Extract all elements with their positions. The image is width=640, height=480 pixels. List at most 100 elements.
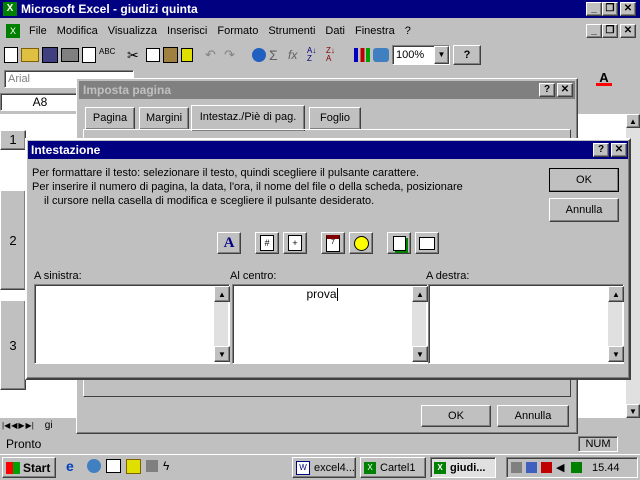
cut-icon[interactable]: ✂ xyxy=(127,47,143,63)
start-button[interactable]: Start xyxy=(2,457,56,478)
date-button[interactable]: 7 xyxy=(321,232,345,254)
menu-file[interactable]: File xyxy=(24,22,52,40)
close-button[interactable]: ✕ xyxy=(620,2,636,16)
copy-icon[interactable] xyxy=(146,48,160,62)
page-setup-ok-button[interactable]: OK xyxy=(421,405,491,427)
sheet-scroll-up-icon[interactable]: ▲ xyxy=(626,114,640,128)
menu-modifica[interactable]: Modifica xyxy=(52,22,103,40)
next-sheet-icon[interactable]: ▶ xyxy=(18,421,24,430)
center-scrollbar[interactable]: ▲ ▼ xyxy=(412,286,428,362)
menu-formato[interactable]: Formato xyxy=(212,22,263,40)
excel-active-task-icon: X xyxy=(434,461,446,474)
map-icon[interactable] xyxy=(373,48,389,62)
sort-ascending-icon[interactable]: A↓ Z xyxy=(307,47,323,63)
tab-foglio[interactable]: Foglio xyxy=(309,107,361,129)
left-scrollbar[interactable]: ▲ ▼ xyxy=(214,286,230,362)
page-setup-help-button[interactable]: ? xyxy=(539,83,555,97)
hyperlink-icon[interactable] xyxy=(252,48,266,62)
internet-explorer-icon[interactable]: e xyxy=(66,458,82,474)
right-scroll-down-icon[interactable]: ▼ xyxy=(608,346,624,362)
clock-time: 15.44 xyxy=(592,461,620,474)
tab-margini[interactable]: Margini xyxy=(139,107,189,129)
page-setup-cancel-button[interactable]: Annulla xyxy=(497,405,569,427)
tray-monitor-icon[interactable] xyxy=(541,462,552,473)
font-button[interactable]: A xyxy=(217,232,241,254)
sort-descending-icon[interactable]: Z↓ A xyxy=(326,47,342,63)
outlook-icon[interactable] xyxy=(87,459,101,473)
left-section-input[interactable]: ▲ ▼ xyxy=(34,284,230,364)
chart-wizard-icon[interactable] xyxy=(354,48,370,62)
center-scroll-down-icon[interactable]: ▼ xyxy=(412,346,428,362)
restore-button[interactable]: ❐ xyxy=(602,2,618,16)
right-scrollbar[interactable]: ▲ ▼ xyxy=(608,286,624,362)
row-header-2[interactable]: 2 xyxy=(0,190,26,290)
format-painter-icon[interactable] xyxy=(181,48,193,62)
open-icon[interactable] xyxy=(21,48,39,62)
left-scroll-up-icon[interactable]: ▲ xyxy=(214,286,230,302)
spelling-icon[interactable]: ABC xyxy=(99,47,115,63)
menu-inserisci[interactable]: Inserisci xyxy=(162,22,212,40)
task-excel4[interactable]: W excel4... xyxy=(292,457,356,478)
last-sheet-icon[interactable]: ▶| xyxy=(26,421,34,430)
center-scroll-up-icon[interactable]: ▲ xyxy=(412,286,428,302)
volume-icon[interactable]: ◀ xyxy=(556,460,567,476)
right-scroll-up-icon[interactable]: ▲ xyxy=(608,286,624,302)
row-header-1[interactable]: 1 xyxy=(0,130,26,150)
tray-scheduler-icon[interactable] xyxy=(511,462,522,473)
row-header-3[interactable]: 3 xyxy=(0,300,26,390)
app-launch-icon[interactable] xyxy=(146,460,158,472)
minimize-button[interactable]: _ xyxy=(586,2,602,16)
windows-logo-icon xyxy=(6,461,20,474)
doc-minimize-button[interactable]: _ xyxy=(586,24,602,38)
standard-toolbar: ABC ✂ ↶ ↷ Σ fx A↓ Z Z↓ A 100% ▼ ? xyxy=(4,44,640,66)
name-box[interactable]: A8 xyxy=(0,93,80,111)
function-icon[interactable]: fx xyxy=(288,47,304,63)
bolt-icon[interactable]: ϟ xyxy=(163,458,179,474)
print-preview-icon[interactable] xyxy=(82,47,96,63)
desktop-icon[interactable] xyxy=(106,459,121,473)
clock-icon xyxy=(353,235,369,251)
sheet-name-button[interactable] xyxy=(415,232,439,254)
total-pages-button[interactable]: + xyxy=(283,232,307,254)
tray-network-icon[interactable] xyxy=(526,462,537,473)
paste-icon[interactable] xyxy=(163,47,178,63)
redo-icon[interactable]: ↷ xyxy=(224,47,240,63)
header-cancel-button[interactable]: Annulla xyxy=(549,198,619,222)
zoom-select[interactable]: 100% ▼ xyxy=(392,45,450,65)
header-dialog-close-button[interactable]: ✕ xyxy=(611,143,627,157)
right-section-input[interactable]: ▲ ▼ xyxy=(428,284,624,364)
tab-intestazione-pie[interactable]: Intestaz./Piè di pag. xyxy=(191,105,305,131)
task-cartel1[interactable]: X Cartel1 xyxy=(360,457,426,478)
page-number-button[interactable]: # xyxy=(255,232,279,254)
page-setup-close-button[interactable]: ✕ xyxy=(557,83,573,97)
menu-help[interactable]: ? xyxy=(400,22,416,40)
file-name-button[interactable] xyxy=(387,232,411,254)
center-section-input[interactable]: prova ▲ ▼ xyxy=(232,284,428,364)
left-scroll-down-icon[interactable]: ▼ xyxy=(214,346,230,362)
menu-finestra[interactable]: Finestra xyxy=(350,22,400,40)
save-icon[interactable] xyxy=(42,47,58,63)
undo-icon[interactable]: ↶ xyxy=(205,47,221,63)
doc-restore-button[interactable]: ❐ xyxy=(602,24,618,38)
tray-task-icon[interactable] xyxy=(571,462,582,473)
doc-close-button[interactable]: ✕ xyxy=(620,24,636,38)
header-dialog-help-button[interactable]: ? xyxy=(593,143,609,157)
sheet-tab[interactable]: gi xyxy=(45,420,53,431)
first-sheet-icon[interactable]: |◀ xyxy=(2,421,10,430)
time-button[interactable] xyxy=(349,232,373,254)
task-giudizi[interactable]: X giudi... xyxy=(430,457,496,478)
font-color-icon[interactable]: A xyxy=(596,70,612,88)
zoom-dropdown-icon[interactable]: ▼ xyxy=(434,46,449,64)
sheet-scroll-down-icon[interactable]: ▼ xyxy=(626,404,640,418)
header-ok-button[interactable]: OK xyxy=(549,168,619,192)
prev-sheet-icon[interactable]: ◀ xyxy=(11,421,17,430)
autosum-icon[interactable]: Σ xyxy=(269,47,285,63)
print-icon[interactable] xyxy=(61,48,79,62)
menu-strumenti[interactable]: Strumenti xyxy=(263,22,320,40)
tab-pagina[interactable]: Pagina xyxy=(85,107,135,129)
new-icon[interactable] xyxy=(4,47,18,63)
channels-icon[interactable] xyxy=(126,458,141,474)
help-button[interactable]: ? xyxy=(453,45,481,65)
menu-dati[interactable]: Dati xyxy=(320,22,350,40)
menu-visualizza[interactable]: Visualizza xyxy=(103,22,162,40)
